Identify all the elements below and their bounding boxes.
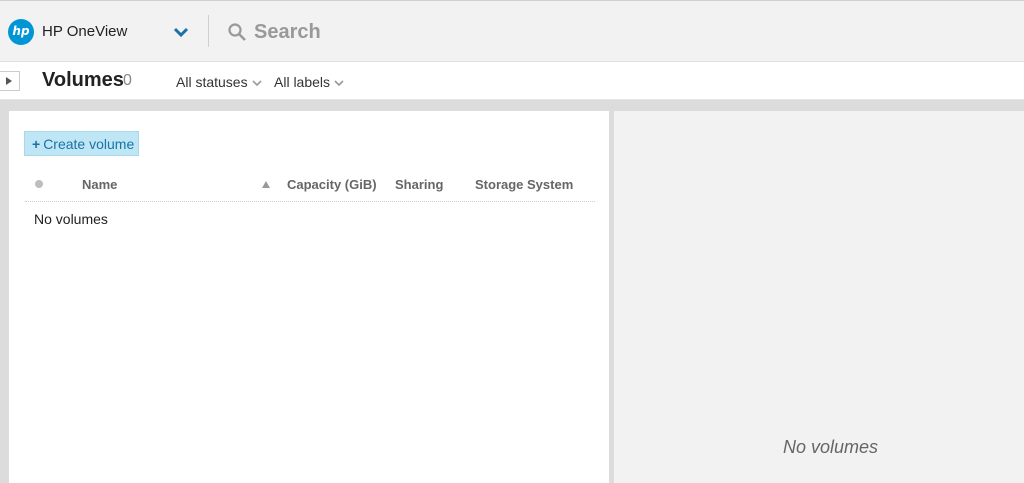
page-title: Volumes <box>42 69 124 91</box>
table-header: Name Capacity (GiB) Sharing Storage Syst… <box>25 174 595 202</box>
status-filter-dropdown[interactable]: All statuses <box>176 74 263 90</box>
status-column-icon[interactable] <box>35 180 43 188</box>
hp-logo-icon[interactable]: hp <box>8 19 34 45</box>
create-volume-label: Create volume <box>43 135 135 152</box>
master-panel: + Create volume Name Capacity (GiB) Shari… <box>9 111 609 483</box>
column-header-capacity[interactable]: Capacity (GiB) <box>287 177 377 192</box>
triangle-right-icon <box>6 77 12 85</box>
panel-toggle-button[interactable] <box>0 71 20 91</box>
column-header-name[interactable]: Name <box>82 177 117 192</box>
page-header: Volumes 0 All statuses All labels <box>0 62 1024 100</box>
label-filter-dropdown[interactable]: All labels <box>274 74 345 90</box>
plus-icon: + <box>32 135 41 152</box>
label-filter-label: All labels <box>274 74 331 90</box>
chevron-down-icon <box>334 80 344 87</box>
logo-text: hp <box>12 24 30 38</box>
status-filter-label: All statuses <box>176 74 248 90</box>
detail-empty-message: No volumes <box>782 437 879 457</box>
detail-panel: No volumes <box>614 111 1024 483</box>
app-name[interactable]: HP OneView <box>42 23 127 40</box>
search-icon <box>228 23 246 41</box>
top-bar: hp HP OneView <box>0 0 1024 62</box>
column-header-storage-system[interactable]: Storage System <box>475 177 573 192</box>
chevron-down-icon[interactable] <box>172 25 190 39</box>
search-input[interactable] <box>254 18 574 46</box>
create-volume-button[interactable]: + Create volume <box>24 131 139 156</box>
sort-ascending-icon[interactable] <box>261 180 271 189</box>
column-header-sharing[interactable]: Sharing <box>395 177 443 192</box>
item-count: 0 <box>123 72 132 89</box>
header-divider <box>208 15 209 47</box>
empty-list-message: No volumes <box>34 211 108 227</box>
chevron-down-icon <box>252 80 262 87</box>
